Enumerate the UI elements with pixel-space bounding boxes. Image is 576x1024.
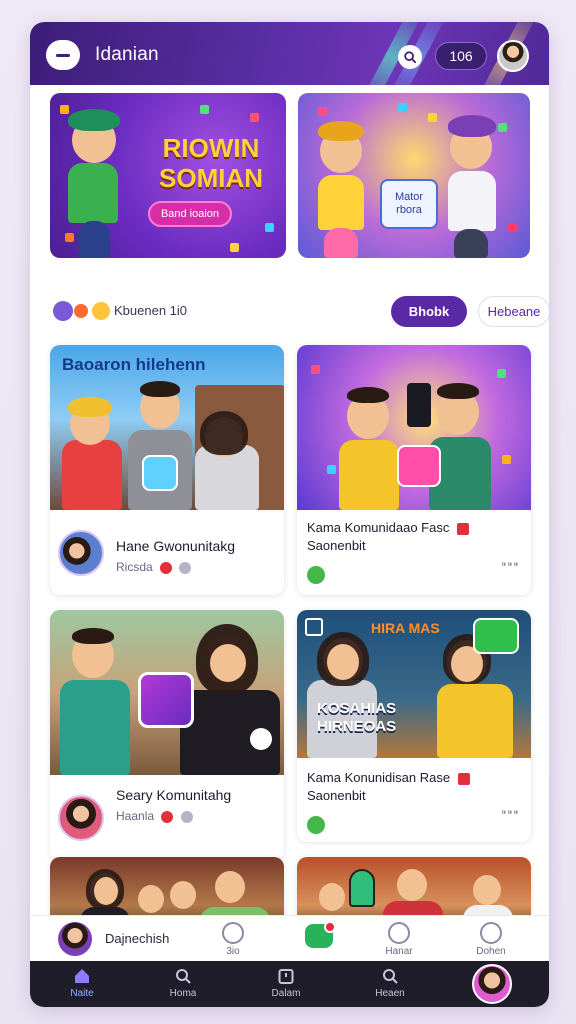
hero-banner-right[interactable]: Mator rbora <box>298 93 530 258</box>
card-meta: Ricsda <box>116 560 192 574</box>
action-row: Kbuenen 1i0 Bhobk Hebeane <box>50 295 549 327</box>
community-card[interactable]: Baoaron hilehenn Hane Gwonunitakg Ricsda <box>50 345 284 595</box>
hero-banner-left[interactable]: RIOWIN SOMIAN Band ioaion <box>50 93 286 258</box>
card-title: Kama Konunidisan Rase <box>307 770 470 785</box>
hero-cta-button[interactable]: Band ioaion <box>148 201 232 227</box>
top-app-bar: Idanian 106 <box>30 22 549 85</box>
card-subtitle: Saonenbit <box>307 538 366 553</box>
community-card[interactable] <box>50 857 284 915</box>
live-icon <box>457 772 470 785</box>
nav-calendar-label: Dalam <box>271 988 301 999</box>
heart-icon <box>161 810 174 823</box>
mini-item-3[interactable]: Dohen <box>468 922 514 957</box>
card-overlay-title: HIRA MAS <box>371 620 440 636</box>
profile-avatar[interactable] <box>497 40 529 72</box>
more-options[interactable]: ⁍⁍⁍ <box>501 806 519 820</box>
card-info: Kama Komunidaao Fasc Saonenbit ⁍⁍⁍ <box>297 510 531 595</box>
feed: RIOWIN SOMIAN Band ioaion Mator rbora Kb… <box>30 85 549 915</box>
card-info: Hane Gwonunitakg Ricsda <box>50 510 284 595</box>
primary-action-button[interactable]: Bhobk <box>391 296 467 327</box>
nav-explore[interactable]: Heaen <box>360 967 420 999</box>
card-image <box>50 857 284 915</box>
community-card[interactable]: Kama Komunidaao Fasc Saonenbit ⁍⁍⁍ <box>297 345 531 595</box>
nav-calendar[interactable]: Dalam <box>256 967 316 999</box>
search-button[interactable] <box>398 45 422 69</box>
mini-label: Dajnechish <box>105 931 170 946</box>
card-title: Kama Komunidaao Fasc <box>307 520 469 535</box>
card-avatar <box>58 795 104 841</box>
card-overlay-title: Baoaron hilehenn <box>62 355 206 374</box>
chat-emoji-icon <box>53 301 73 321</box>
card-meta: Haanla <box>116 809 193 823</box>
nav-home[interactable]: Naite <box>52 967 112 999</box>
more-options[interactable]: ⁍⁍⁍ <box>501 558 519 572</box>
grid-icon <box>305 618 323 636</box>
nav-search-label: Homa <box>169 988 197 999</box>
card-subtitle: Saonenbit <box>307 788 366 803</box>
card-title-text: Kama Komunidaao Fasc <box>307 520 450 535</box>
card-info: Seary Komunitahg Haanla <box>50 775 284 860</box>
count-badge[interactable]: 106 <box>435 42 487 70</box>
card-title: Seary Komunitahg <box>116 787 232 803</box>
card-image <box>50 610 284 775</box>
app-title: Idanian <box>95 44 159 65</box>
dot-emoji-icon <box>74 304 88 318</box>
comment-icon <box>180 810 193 823</box>
nav-search[interactable]: Homa <box>153 967 213 999</box>
mini-item-2[interactable]: Hanar <box>376 922 422 957</box>
heart-icon <box>160 561 173 574</box>
card-title: Hane Gwonunitakg <box>116 538 236 554</box>
app-screen: Idanian 106 RIOWIN SOMIAN Band ioaion Ma… <box>30 22 549 1007</box>
comment-icon <box>179 561 192 574</box>
mini-item-2-label: Hanar <box>385 946 413 957</box>
explore-icon <box>383 969 398 984</box>
card-banner: KOSAHIAS HIRNEOAS <box>317 700 397 735</box>
hero-title: RIOWIN SOMIAN <box>159 133 263 193</box>
search-icon <box>404 51 417 64</box>
home-icon <box>75 969 89 983</box>
card-image <box>297 857 531 915</box>
mini-player-bar: Dajnechish 3io Hanar Dohen <box>30 915 549 961</box>
mini-avatar[interactable] <box>58 922 92 956</box>
card-info: Kama Konunidisan Rase Saonenbit ⁍⁍⁍ <box>297 758 531 842</box>
community-card[interactable] <box>297 857 531 915</box>
card-image: HIRA MAS KOSAHIAS HIRNEOAS <box>297 610 531 758</box>
card-image: Baoaron hilehenn <box>50 345 284 510</box>
live-icon <box>456 522 469 535</box>
nav-explore-label: Heaen <box>375 988 405 999</box>
community-card[interactable]: HIRA MAS KOSAHIAS HIRNEOAS Kama Konunidi… <box>297 610 531 842</box>
mini-item-3-label: Dohen <box>476 946 506 957</box>
bottom-navigation: Naite Homa Dalam Heaen <box>30 961 549 1007</box>
card-title-text: Kama Konunidisan Rase <box>307 770 451 785</box>
search-icon <box>388 922 410 944</box>
mini-item-1[interactable]: 3io <box>210 922 256 957</box>
action-label: Kbuenen 1i0 <box>114 303 188 318</box>
hero-app-badge: Mator rbora <box>380 179 438 229</box>
notification-dot <box>324 921 336 933</box>
menu-button[interactable] <box>46 40 80 70</box>
nav-profile-avatar[interactable] <box>472 964 512 1004</box>
secondary-action-button[interactable]: Hebeane <box>478 296 549 327</box>
user-icon <box>480 922 502 944</box>
search-icon <box>176 969 191 984</box>
nav-home-label: Naite <box>70 988 94 999</box>
mini-item-1-label: 3io <box>226 946 240 957</box>
menu-icon <box>56 53 70 57</box>
smile-emoji-icon <box>92 302 110 320</box>
card-avatar <box>58 530 104 576</box>
leaf-icon <box>307 566 325 584</box>
card-meta-text: Haanla <box>116 809 155 823</box>
leaf-icon <box>307 816 325 834</box>
toggle-icon <box>222 922 244 944</box>
community-card[interactable]: Seary Komunitahg Haanla <box>50 610 284 860</box>
card-meta-text: Ricsda <box>116 560 153 574</box>
card-image <box>297 345 531 510</box>
calendar-icon <box>278 969 294 984</box>
